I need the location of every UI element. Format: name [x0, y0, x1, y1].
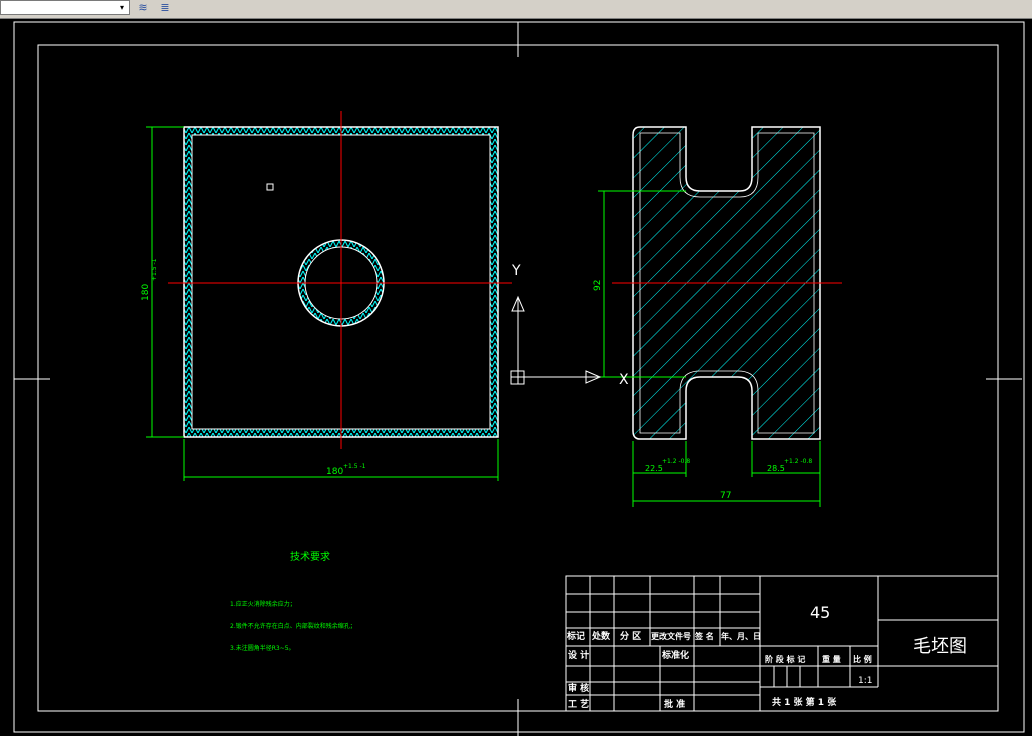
tb-header-5: 年、月、日: [721, 631, 761, 641]
tb-standardize: 标准化: [661, 649, 689, 661]
tb-sheets: 共 1 张 第 1 张: [772, 696, 837, 708]
ucs-x-label: X: [619, 372, 629, 388]
layer-state-icon[interactable]: ≣: [156, 0, 174, 15]
tb-scale: 1:1: [858, 676, 872, 686]
sheet-frame: [13, 21, 1025, 736]
tb-review: 审 核: [568, 682, 589, 694]
note-item-2: 2.锻件不允许存在白点、内部裂纹和残余缩孔；: [230, 622, 356, 630]
tb-header-3: 更改文件号: [651, 631, 691, 641]
note-item-3: 3.未注圆角半径R3~5。: [230, 644, 295, 652]
tb-material: 45: [810, 603, 830, 622]
ucs-icon: [510, 295, 602, 385]
tb-design: 设 计: [568, 649, 589, 661]
layer-combo[interactable]: ▾: [0, 0, 130, 15]
left-step-dim: 22.5: [645, 464, 663, 473]
tb-scale-label: 比 例: [853, 654, 872, 664]
tb-header-4: 签 名: [694, 631, 714, 641]
tb-weight-label: 重 量: [822, 654, 841, 664]
right-step-dim: 28.5: [767, 464, 785, 473]
right-view: [612, 126, 842, 440]
tb-header-0: 标记: [566, 630, 585, 642]
drawing-canvas[interactable]: 180 +1.5 -1 180 +1.5 -1 92 22.5 +1.2 -0.…: [0, 19, 1032, 736]
tb-process: 工 艺: [568, 698, 589, 710]
tb-drawing-name: 毛坯图: [913, 636, 967, 657]
tb-stage-label: 阶 段 标 记: [765, 654, 805, 664]
left-view: [168, 111, 512, 449]
tb-approve: 批 准: [664, 698, 685, 710]
left-height-dim: 180: [141, 284, 151, 301]
left-height-tol: +1.5 -1: [151, 258, 158, 281]
tb-header-1: 处数: [591, 630, 611, 642]
notes-title: 技术要求: [290, 550, 330, 563]
left-width-dim: 180: [326, 467, 343, 477]
total-width-dim: 77: [720, 491, 731, 501]
left-step-tol: +1.2 -0.8: [662, 458, 690, 465]
right-step-tol: +1.2 -0.8: [784, 458, 812, 465]
toolbar: ▾ ≋ ≣: [0, 0, 1032, 19]
note-item-1: 1.应正火消除残余应力；: [230, 600, 296, 608]
gap-dim: 92: [593, 280, 603, 291]
chevron-down-icon[interactable]: ▾: [117, 2, 127, 13]
tb-header-2: 分 区: [620, 630, 641, 642]
left-width-tol: +1.5 -1: [343, 463, 366, 470]
layer-stack-icon[interactable]: ≋: [134, 0, 152, 15]
ucs-y-label: Y: [511, 263, 521, 279]
